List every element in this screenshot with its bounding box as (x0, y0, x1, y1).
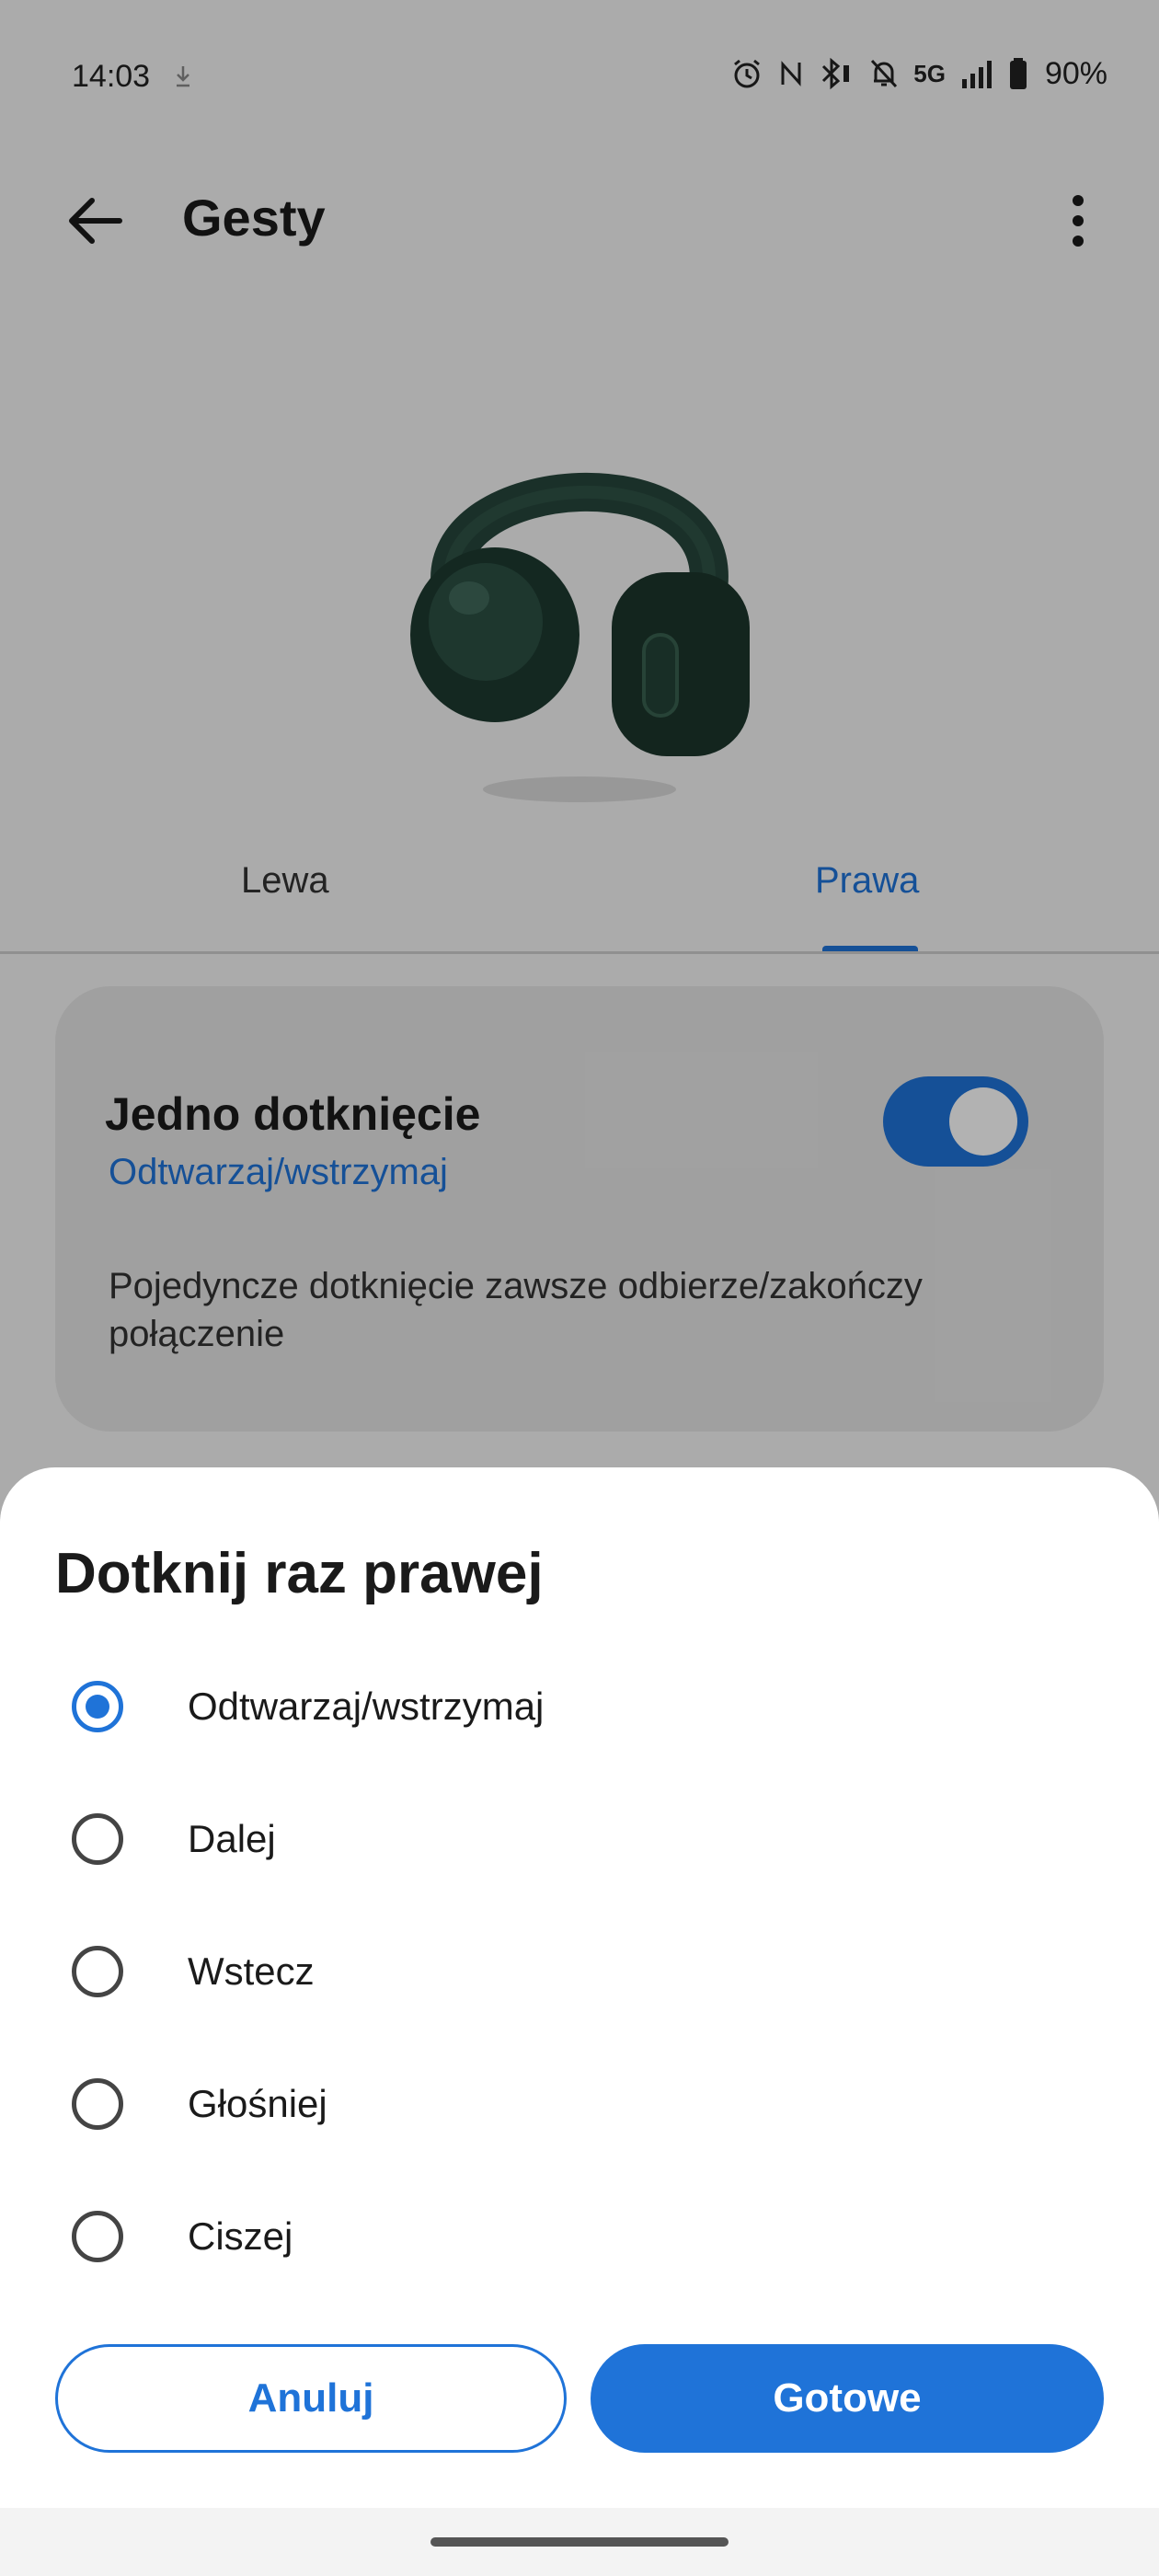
radio-button-selected[interactable] (72, 1681, 123, 1732)
option-label: Dalej (188, 1817, 276, 1860)
option-previous[interactable]: Wstecz (0, 1909, 1159, 2038)
option-play-pause[interactable]: Odtwarzaj/wstrzymaj (0, 1644, 1159, 1773)
radio-button[interactable] (72, 2211, 123, 2262)
option-label: Głośniej (188, 2082, 327, 2125)
cancel-button[interactable]: Anuluj (55, 2344, 567, 2453)
option-volume-down[interactable]: Ciszej (0, 2174, 1159, 2303)
option-label: Wstecz (188, 1949, 315, 1993)
home-indicator[interactable] (430, 2537, 729, 2547)
radio-button[interactable] (72, 1946, 123, 1997)
done-button[interactable]: Gotowe (591, 2344, 1104, 2453)
option-label: Odtwarzaj/wstrzymaj (188, 1685, 545, 1728)
option-label: Ciszej (188, 2214, 293, 2258)
option-volume-up[interactable]: Głośniej (0, 2041, 1159, 2170)
radio-button[interactable] (72, 1813, 123, 1865)
action-bottom-sheet: Dotknij raz prawej Odtwarzaj/wstrzymaj D… (0, 1467, 1159, 2576)
screen: 14:03 5G 90% Gesty Lewa Prawa Jedno dotk… (0, 0, 1159, 2576)
radio-button[interactable] (72, 2078, 123, 2130)
option-next[interactable]: Dalej (0, 1777, 1159, 1905)
sheet-title: Dotknij raz prawej (55, 1542, 544, 1605)
